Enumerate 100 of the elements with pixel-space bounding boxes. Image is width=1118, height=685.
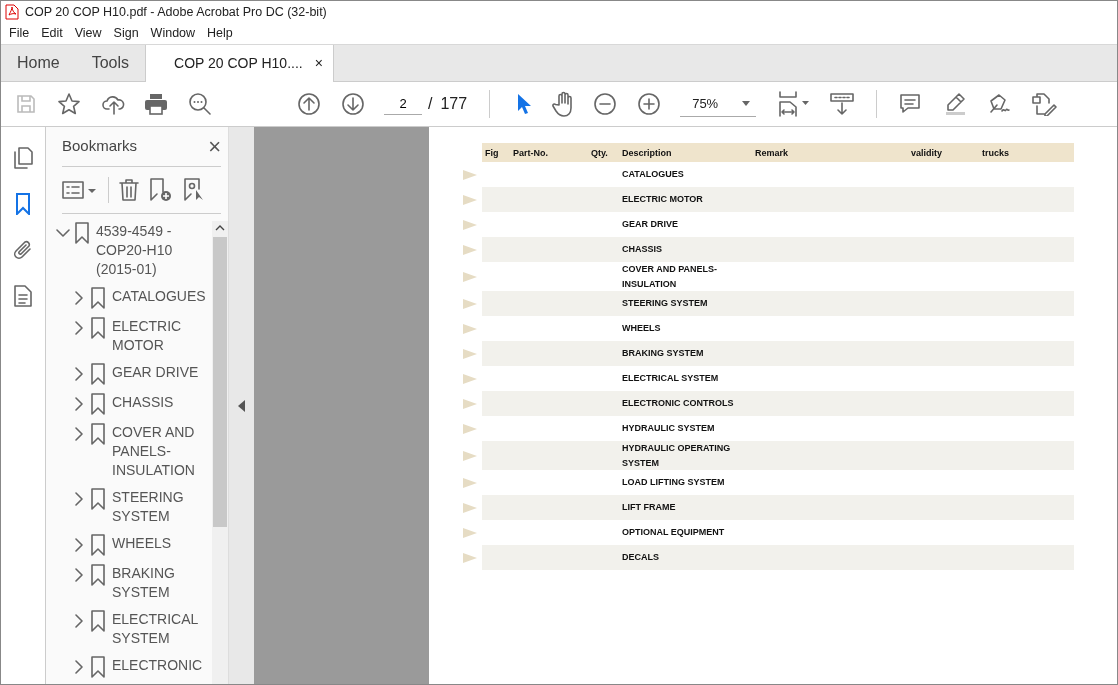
bookmark-item[interactable]: GEAR DRIVE xyxy=(112,363,206,382)
table-cell: OPTIONAL EQUIPMENT xyxy=(622,527,725,538)
triangle-icon xyxy=(463,169,477,180)
table-cell: WHEELS xyxy=(622,323,661,334)
column-header: Qty. xyxy=(590,146,609,160)
triangle-icon xyxy=(463,373,477,384)
triangle-icon xyxy=(463,477,477,488)
triangle-icon xyxy=(463,450,477,461)
page-separator: / xyxy=(428,94,433,114)
bookmark-icon xyxy=(90,363,106,385)
document-icon[interactable] xyxy=(14,285,32,307)
scroll-thumb[interactable] xyxy=(213,237,227,527)
highlighter-icon[interactable] xyxy=(943,92,968,116)
window-title: COP 20 COP H10.pdf - Adobe Acrobat Pro DC (32-bit) xyxy=(25,3,327,21)
zoom-dropdown[interactable]: 75% xyxy=(680,91,757,117)
table-cell: DECALS xyxy=(622,552,659,563)
table-cell: STEERING SYSTEM xyxy=(622,298,708,309)
chevron-right-icon[interactable] xyxy=(72,538,86,552)
next-page-icon[interactable] xyxy=(342,93,364,115)
zoom-in-icon[interactable] xyxy=(638,93,661,115)
collapse-handle[interactable] xyxy=(229,127,254,684)
table-cell: HYDRAULIC OPERATING SYSTEM xyxy=(622,443,731,468)
bookmark-item[interactable]: BRAKING SYSTEM xyxy=(112,564,206,602)
chevron-right-icon[interactable] xyxy=(72,568,86,582)
tab[interactable]: Home xyxy=(1,45,76,81)
column-header: Part-No. xyxy=(512,146,549,160)
options-menu-icon[interactable] xyxy=(62,180,98,200)
column-header: trucks xyxy=(981,146,1010,160)
chevron-right-icon[interactable] xyxy=(72,492,86,506)
tab[interactable]: Tools xyxy=(75,45,146,81)
bookmark-icon xyxy=(90,610,106,632)
triangle-icon xyxy=(463,502,477,513)
close-button[interactable]: × xyxy=(208,135,221,158)
bookmark-icon xyxy=(90,564,106,586)
edit-document-icon[interactable] xyxy=(1031,92,1058,116)
triangle-icon xyxy=(463,398,477,409)
fit-page-icon[interactable] xyxy=(778,91,811,117)
close-tab-button[interactable]: × xyxy=(314,53,323,74)
table-cell: CATALOGUES xyxy=(622,169,684,180)
chevron-right-icon[interactable] xyxy=(72,427,86,441)
chevron-down-icon[interactable] xyxy=(56,228,70,238)
caret-icon xyxy=(742,101,751,106)
zoom-out-icon[interactable] xyxy=(594,93,617,115)
table-cell: ELECTRICAL SYSTEM xyxy=(622,373,719,384)
bookmark-item[interactable]: 4539-4549 - COP20-H10 (2015-01) xyxy=(96,222,184,279)
select-cursor-icon[interactable] xyxy=(516,93,533,115)
scroll-mode-icon[interactable] xyxy=(830,92,855,116)
chevron-right-icon[interactable] xyxy=(72,291,86,305)
pdf-file-icon xyxy=(5,4,19,20)
column-header: Remark xyxy=(754,146,790,160)
menu-item[interactable]: Window xyxy=(144,24,202,43)
scroll-up-icon[interactable] xyxy=(215,225,225,231)
menu-item[interactable]: View xyxy=(68,24,108,43)
menu-item[interactable]: Sign xyxy=(107,24,145,43)
search-icon[interactable] xyxy=(188,92,212,116)
table-cell: LIFT FRAME xyxy=(622,502,676,513)
column-header: Fig xyxy=(484,146,500,160)
bookmark-item[interactable]: CATALOGUES xyxy=(112,287,206,306)
bookmark-item[interactable]: WHEELS xyxy=(112,534,206,553)
table-cell: CHASSIS xyxy=(622,244,662,255)
add-bookmark-icon[interactable] xyxy=(149,178,173,202)
bookmark-item[interactable]: STEERING SYSTEM xyxy=(112,488,206,526)
tab[interactable]: COP 20 COP H10.... × xyxy=(145,45,334,82)
chevron-right-icon[interactable] xyxy=(72,614,86,628)
print-icon[interactable] xyxy=(144,93,168,115)
bookmark-icon[interactable] xyxy=(15,193,31,215)
bookmark-item[interactable]: CHASSIS xyxy=(112,393,206,412)
previous-page-icon[interactable] xyxy=(298,93,320,115)
collapse-panel-icon[interactable] xyxy=(238,399,245,412)
column-header: validity xyxy=(910,146,943,160)
chevron-right-icon[interactable] xyxy=(72,367,86,381)
pen-nib-icon[interactable] xyxy=(987,92,1012,116)
comment-icon[interactable] xyxy=(899,93,922,115)
bookmark-item[interactable]: COVER AND PANELS-INSULATION xyxy=(112,423,206,480)
bookmark-icon xyxy=(90,423,106,445)
bookmark-item[interactable]: ELECTRONIC xyxy=(112,656,206,675)
bookmark-item[interactable]: ELECTRICAL SYSTEM xyxy=(112,610,206,648)
chevron-right-icon[interactable] xyxy=(72,397,86,411)
chevron-right-icon[interactable] xyxy=(72,321,86,335)
bookmark-item[interactable]: ELECTRIC MOTOR xyxy=(112,317,206,355)
triangle-icon xyxy=(463,271,477,282)
scrollbar-track[interactable] xyxy=(212,221,228,684)
triangle-icon xyxy=(463,298,477,309)
table-cell: GEAR DRIVE xyxy=(622,219,678,230)
bookmark-icon xyxy=(74,222,90,244)
pages-icon[interactable] xyxy=(13,147,33,169)
table-cell: HYDRAULIC SYSTEM xyxy=(622,423,715,434)
table-cell: ELECTRONIC CONTROLS xyxy=(622,398,734,409)
delete-icon[interactable] xyxy=(119,179,139,201)
menu-item[interactable]: File xyxy=(3,24,36,43)
bookmark-icon xyxy=(90,488,106,510)
paperclip-icon[interactable] xyxy=(12,239,34,261)
star-icon[interactable] xyxy=(57,92,81,116)
triangle-icon xyxy=(463,552,477,563)
triangle-icon xyxy=(463,527,477,538)
menu-item[interactable]: Edit xyxy=(35,24,69,43)
menu-item[interactable]: Help xyxy=(201,24,239,43)
triangle-icon xyxy=(463,323,477,334)
chevron-right-icon[interactable] xyxy=(72,660,86,674)
triangle-icon xyxy=(463,244,477,255)
